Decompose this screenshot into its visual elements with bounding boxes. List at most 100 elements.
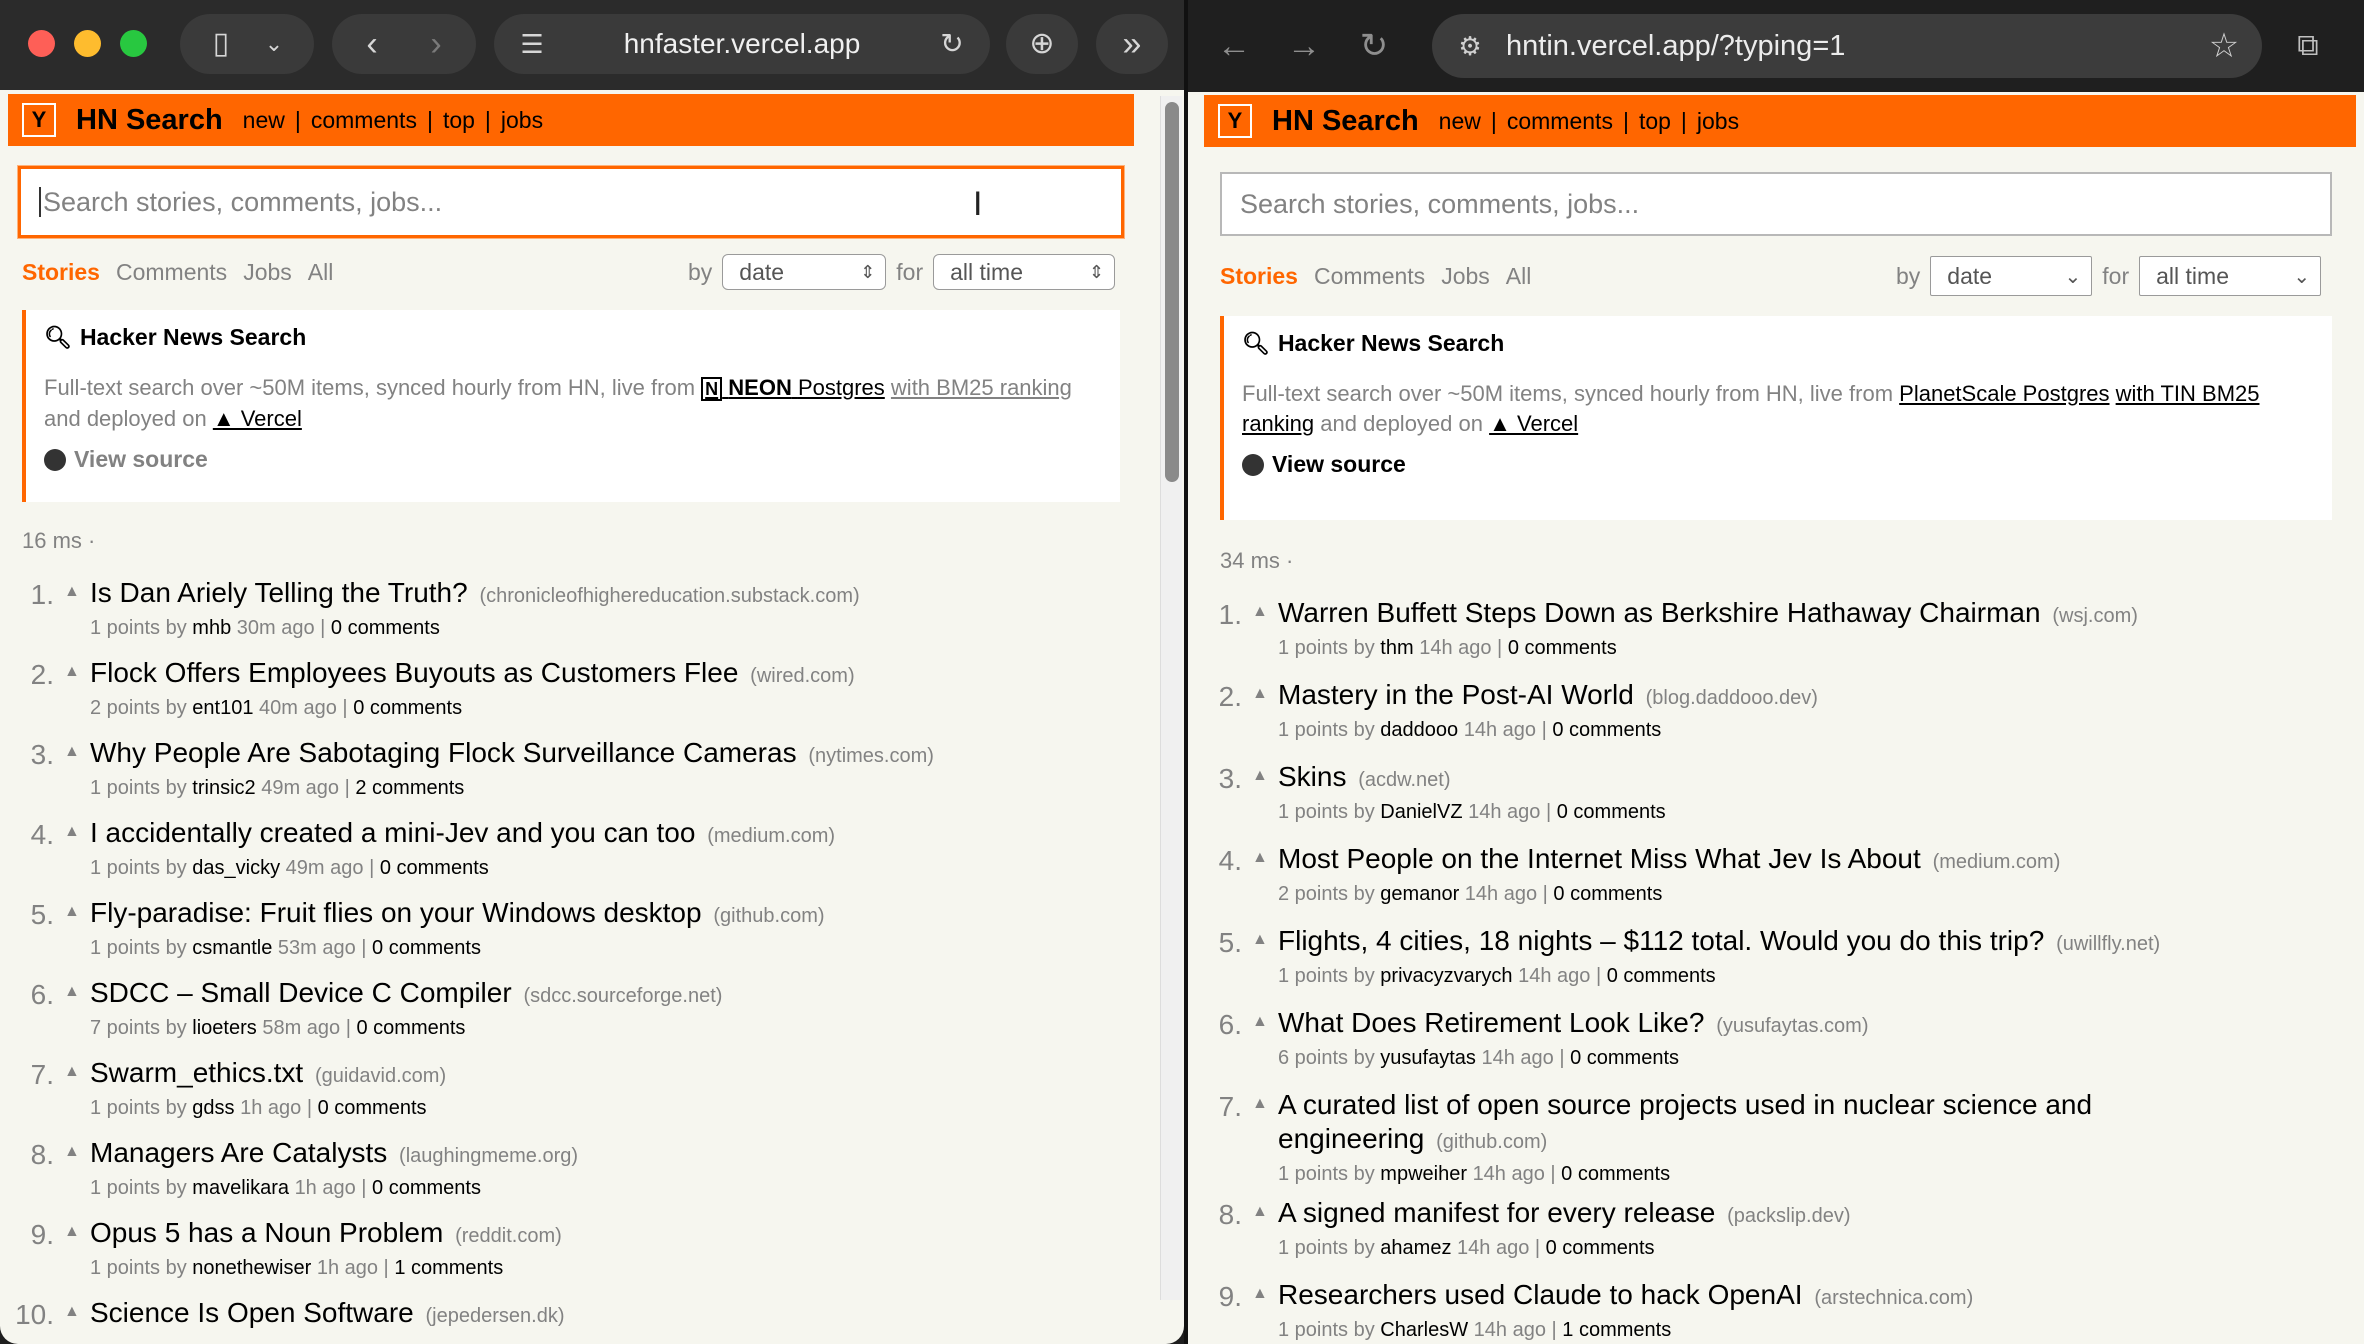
bm25-link[interactable]: with BM25 ranking bbox=[891, 375, 1072, 400]
site-title[interactable]: HN Search bbox=[76, 104, 223, 137]
upvote-arrow-icon[interactable]: ▲ bbox=[1252, 678, 1268, 743]
chevron-down-icon[interactable]: ⌄ bbox=[254, 14, 294, 74]
story-user-link[interactable]: DanielVZ bbox=[1380, 801, 1462, 823]
story-comments-link[interactable]: 0 comments bbox=[1607, 965, 1716, 987]
upvote-arrow-icon[interactable]: ▲ bbox=[1252, 924, 1268, 989]
story-comments-link[interactable]: 0 comments bbox=[380, 857, 489, 879]
sort-select[interactable]: date ⇕ bbox=[722, 254, 887, 290]
upvote-arrow-icon[interactable]: ▲ bbox=[1252, 1006, 1268, 1071]
tab-jobs[interactable]: Jobs bbox=[1441, 263, 1490, 290]
story-domain[interactable]: (sdcc.sourceforge.net) bbox=[523, 985, 722, 1007]
story-title-link-cont[interactable]: engineering bbox=[1278, 1123, 1424, 1154]
upvote-arrow-icon[interactable]: ▲ bbox=[64, 576, 80, 641]
story-domain[interactable]: (reddit.com) bbox=[455, 1225, 562, 1247]
story-user-link[interactable]: lioeters bbox=[192, 1017, 256, 1039]
story-user-link[interactable]: trinsic2 bbox=[192, 777, 255, 799]
hn-logo[interactable]: Y bbox=[1218, 104, 1252, 138]
story-domain[interactable]: (github.com) bbox=[713, 905, 824, 927]
tab-all[interactable]: All bbox=[308, 259, 334, 286]
story-title-link[interactable]: Warren Buffett Steps Down as Berkshire H… bbox=[1278, 597, 2041, 628]
upvote-arrow-icon[interactable]: ▲ bbox=[64, 1136, 80, 1201]
time-range-select[interactable]: all time ⇕ bbox=[933, 254, 1116, 290]
address-bar[interactable]: ☰ hnfaster.vercel.app ↻ bbox=[494, 14, 990, 74]
story-domain[interactable]: (yusufaytas.com) bbox=[1716, 1015, 1868, 1037]
downloads-button[interactable]: ⊕ bbox=[1006, 14, 1078, 74]
forward-icon[interactable]: → bbox=[1280, 14, 1328, 78]
story-age[interactable]: 30m ago bbox=[237, 617, 315, 639]
story-title-link[interactable]: Flights, 4 cities, 18 nights – $112 tota… bbox=[1278, 925, 2044, 956]
story-comments-link[interactable]: 0 comments bbox=[372, 937, 481, 959]
story-comments-link[interactable]: 0 comments bbox=[1557, 801, 1666, 823]
story-domain[interactable]: (wsj.com) bbox=[2052, 605, 2138, 627]
story-domain[interactable]: (nytimes.com) bbox=[808, 745, 934, 767]
story-domain[interactable]: (uwillfly.net) bbox=[2056, 933, 2160, 955]
story-domain[interactable]: (acdw.net) bbox=[1358, 769, 1450, 791]
story-comments-link[interactable]: 0 comments bbox=[372, 1177, 481, 1199]
story-title-link[interactable]: Is Dan Ariely Telling the Truth? bbox=[90, 577, 468, 608]
story-age[interactable]: 14h ago bbox=[1457, 1237, 1529, 1259]
story-age[interactable]: 14h ago bbox=[1419, 637, 1491, 659]
story-age[interactable]: 14h ago bbox=[1481, 1047, 1553, 1069]
story-title-link[interactable]: Swarm_ethics.txt bbox=[90, 1057, 303, 1088]
story-age[interactable]: 14h ago bbox=[1464, 719, 1536, 741]
tab-all[interactable]: All bbox=[1506, 263, 1532, 290]
story-comments-link[interactable]: 0 comments bbox=[1553, 883, 1662, 905]
story-age[interactable]: 40m ago bbox=[259, 697, 337, 719]
story-title-link[interactable]: Mastery in the Post-AI World bbox=[1278, 679, 1634, 710]
story-age[interactable]: 1h ago bbox=[295, 1177, 356, 1199]
story-title-link[interactable]: Fly-paradise: Fruit flies on your Window… bbox=[90, 897, 702, 928]
nav-top[interactable]: top bbox=[443, 107, 475, 134]
story-user-link[interactable]: csmantle bbox=[192, 937, 272, 959]
story-title-link[interactable]: A signed manifest for every release bbox=[1278, 1197, 1715, 1228]
story-user-link[interactable]: yusufaytas bbox=[1380, 1047, 1476, 1069]
close-window-button[interactable] bbox=[28, 30, 55, 57]
story-age[interactable]: 14h ago bbox=[1474, 1319, 1546, 1341]
story-age[interactable]: 14h ago bbox=[1468, 801, 1540, 823]
story-user-link[interactable]: gemanor bbox=[1380, 883, 1459, 905]
story-user-link[interactable]: ahamez bbox=[1380, 1237, 1451, 1259]
nav-new[interactable]: new bbox=[1439, 108, 1481, 135]
story-title-link[interactable]: Skins bbox=[1278, 761, 1346, 792]
story-user-link[interactable]: privacyzvarych bbox=[1380, 965, 1512, 987]
sidebar-icon[interactable]: ▯ bbox=[196, 14, 246, 74]
story-title-link[interactable]: Managers Are Catalysts bbox=[90, 1137, 387, 1168]
tab-comments[interactable]: Comments bbox=[116, 259, 227, 286]
upvote-arrow-icon[interactable]: ▲ bbox=[1252, 596, 1268, 661]
view-source-link[interactable]: View source bbox=[44, 446, 1102, 473]
sort-select[interactable]: date ⌄ bbox=[1930, 256, 2093, 296]
address-url[interactable]: hnfaster.vercel.app bbox=[494, 14, 990, 74]
planetscale-postgres-link[interactable]: PlanetScale Postgres bbox=[1899, 381, 2109, 406]
nav-comments[interactable]: comments bbox=[311, 107, 417, 134]
reload-icon[interactable]: ↻ bbox=[928, 14, 976, 74]
site-settings-icon[interactable]: ⚙ bbox=[1446, 14, 1494, 78]
upvote-arrow-icon[interactable]: ▲ bbox=[64, 1216, 80, 1281]
story-domain[interactable]: (packslip.dev) bbox=[1727, 1205, 1850, 1227]
story-domain[interactable]: (laughingmeme.org) bbox=[399, 1145, 578, 1167]
extensions-icon[interactable]: ⧉ bbox=[2284, 14, 2332, 78]
story-user-link[interactable]: ent101 bbox=[192, 697, 253, 719]
nav-comments[interactable]: comments bbox=[1507, 108, 1613, 135]
bookmark-star-icon[interactable]: ☆ bbox=[2200, 14, 2248, 78]
minimize-window-button[interactable] bbox=[74, 30, 101, 57]
search-input[interactable]: Search stories, comments, jobs... bbox=[1220, 172, 2332, 236]
story-comments-link[interactable]: 0 comments bbox=[1570, 1047, 1679, 1069]
sidebar-toggle-group[interactable]: ▯ ⌄ bbox=[180, 14, 314, 74]
upvote-arrow-icon[interactable]: ▲ bbox=[64, 976, 80, 1041]
forward-icon[interactable]: › bbox=[410, 14, 462, 74]
scrollbar-thumb[interactable] bbox=[1165, 102, 1179, 482]
site-title[interactable]: HN Search bbox=[1272, 105, 1419, 138]
story-title-link[interactable]: What Does Retirement Look Like? bbox=[1278, 1007, 1704, 1038]
story-comments-link[interactable]: 1 comments bbox=[394, 1257, 503, 1279]
upvote-arrow-icon[interactable]: ▲ bbox=[64, 656, 80, 721]
search-input[interactable]: Search stories, comments, jobs... I bbox=[18, 166, 1124, 238]
story-domain[interactable]: (wired.com) bbox=[750, 665, 854, 687]
reload-icon[interactable]: ↻ bbox=[1350, 14, 1398, 78]
story-comments-link[interactable]: 0 comments bbox=[1561, 1163, 1670, 1185]
back-icon[interactable]: ← bbox=[1210, 14, 1258, 78]
story-user-link[interactable]: das_vicky bbox=[192, 857, 280, 879]
story-age[interactable]: 49m ago bbox=[286, 857, 364, 879]
time-range-select[interactable]: all time ⌄ bbox=[2139, 256, 2322, 296]
upvote-arrow-icon[interactable]: ▲ bbox=[1252, 760, 1268, 825]
story-user-link[interactable]: CharlesW bbox=[1380, 1319, 1468, 1341]
nav-new[interactable]: new bbox=[243, 107, 285, 134]
